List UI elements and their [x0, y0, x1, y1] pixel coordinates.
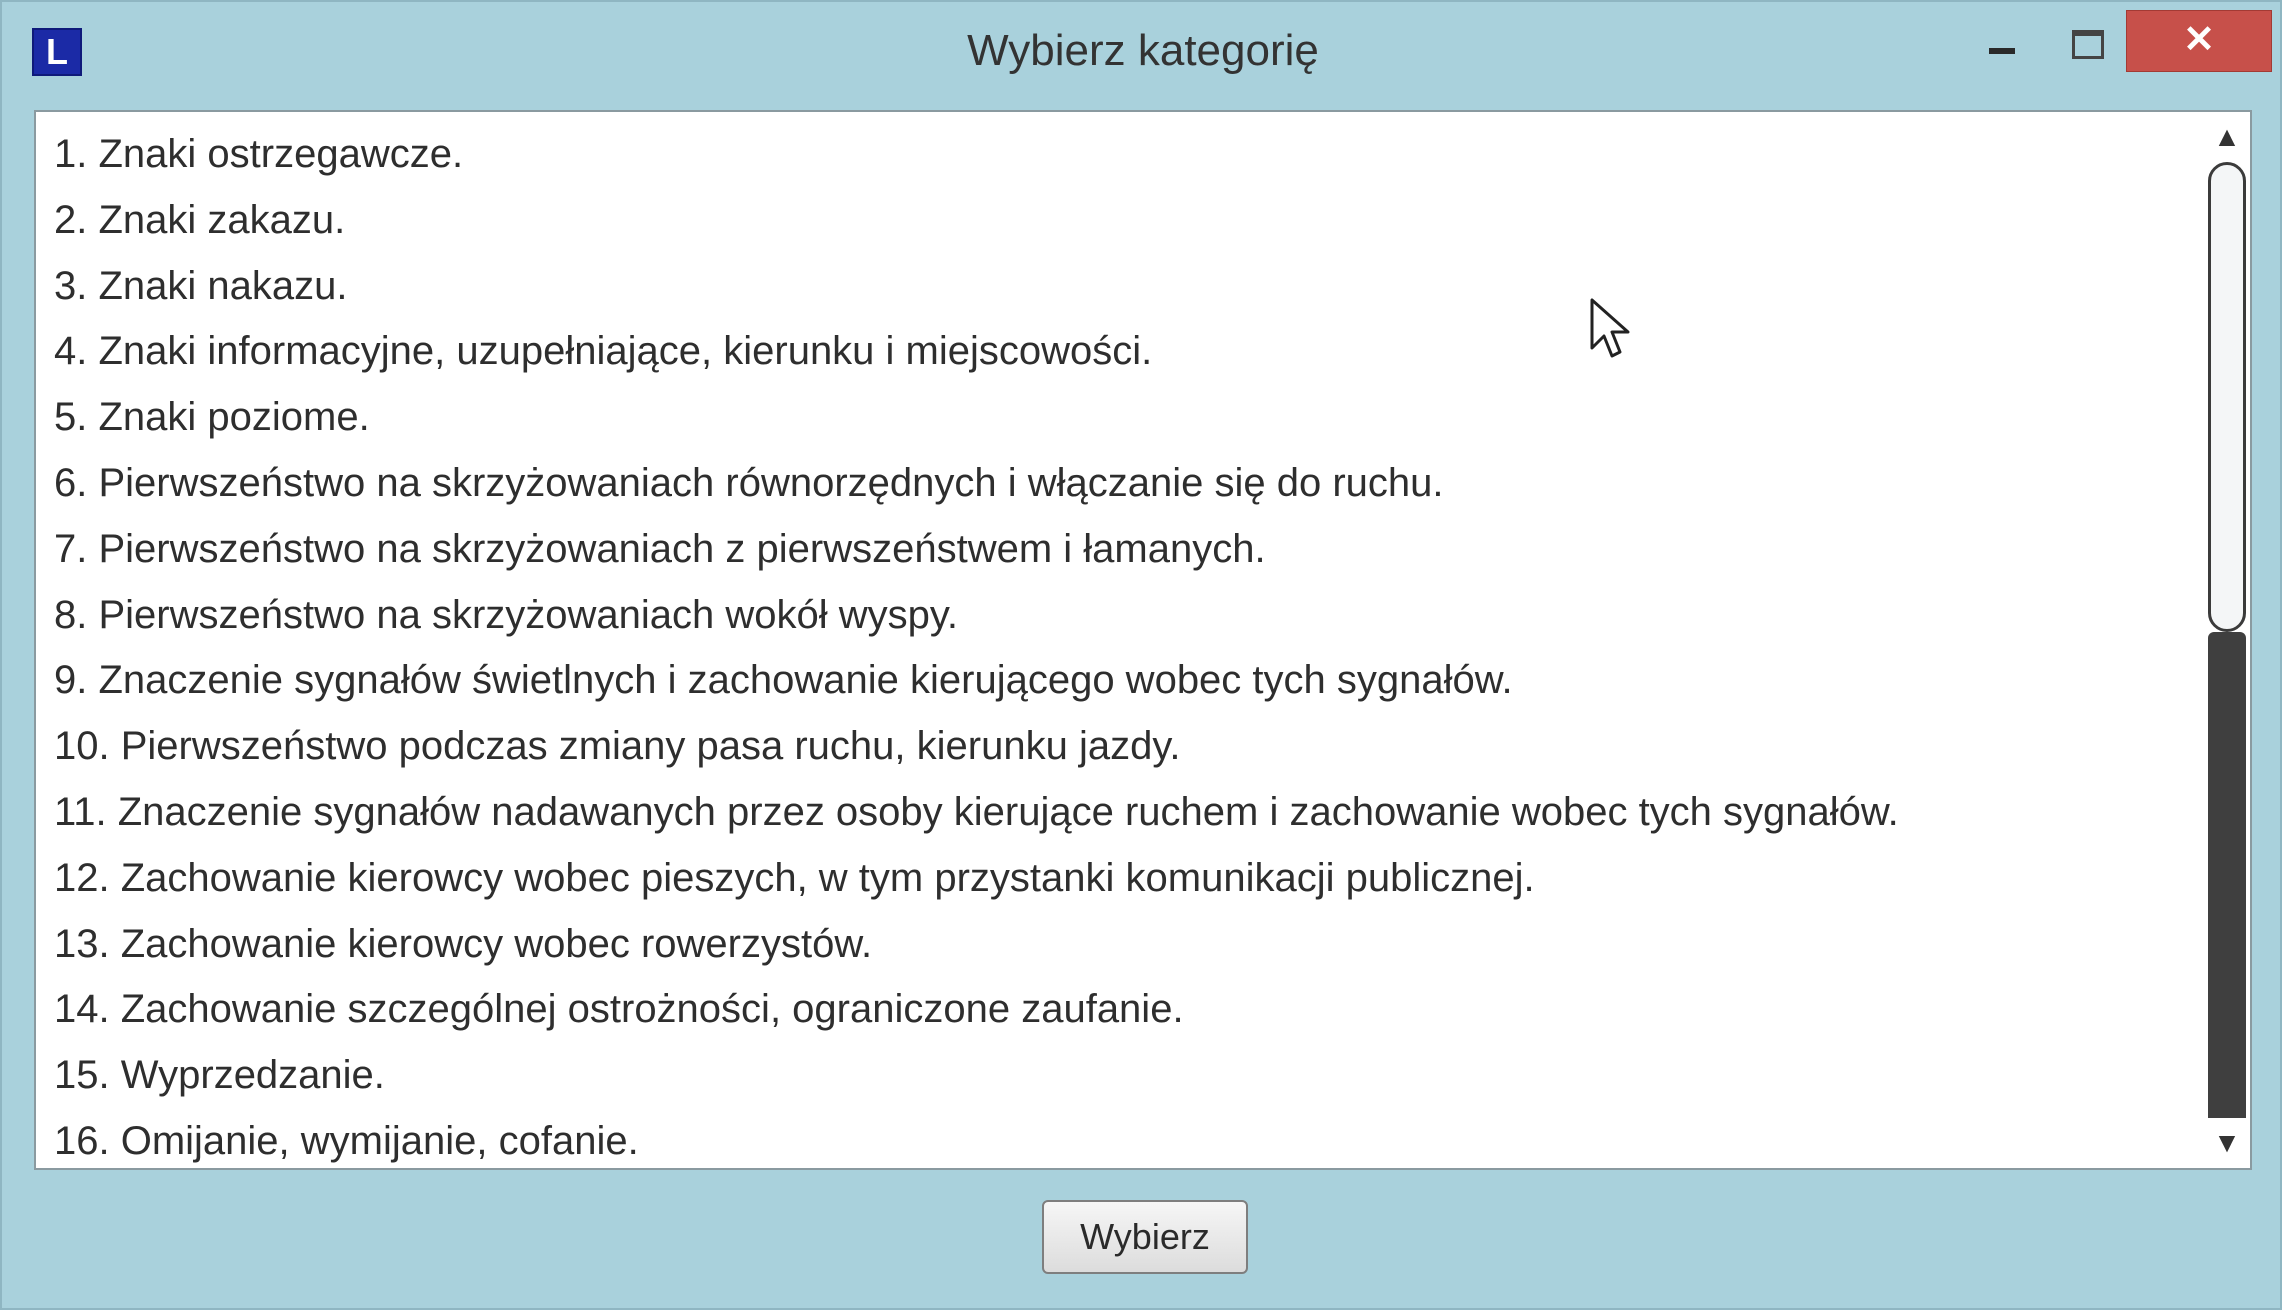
category-list-item[interactable]: 11. Znaczenie sygnałów nadawanych przez …: [36, 780, 2208, 846]
scroll-track[interactable]: [2208, 162, 2246, 1118]
scroll-track-lower[interactable]: [2208, 632, 2246, 1118]
scroll-thumb[interactable]: [2208, 162, 2246, 632]
category-list-item[interactable]: 4. Znaki informacyjne, uzupełniające, ki…: [36, 319, 2208, 385]
maximize-icon: [2072, 30, 2104, 59]
category-dialog-window: L Wybierz kategorię ✕ 1. Znaki ostrzegaw…: [0, 0, 2282, 1310]
minimize-button[interactable]: [1964, 16, 2040, 80]
category-list-item[interactable]: 15. Wyprzedzanie.: [36, 1043, 2208, 1109]
select-category-button[interactable]: Wybierz: [1042, 1200, 1248, 1274]
category-list-item[interactable]: 5. Znaki poziome.: [36, 385, 2208, 451]
category-list-item[interactable]: 1. Znaki ostrzegawcze.: [36, 122, 2208, 188]
category-list-box[interactable]: 1. Znaki ostrzegawcze. 2. Znaki zakazu. 3.…: [34, 110, 2252, 1170]
category-list-item[interactable]: 10. Pierwszeństwo podczas zmiany pasa ru…: [36, 714, 2208, 780]
scroll-up-arrow-icon[interactable]: ▲: [2204, 112, 2250, 162]
category-list-item[interactable]: 14. Zachowanie szczególnej ostrożności, …: [36, 977, 2208, 1043]
close-icon: ✕: [2183, 19, 2215, 61]
category-list-item[interactable]: 2. Znaki zakazu.: [36, 188, 2208, 254]
category-list-item[interactable]: 3. Znaki nakazu.: [36, 254, 2208, 320]
category-list-item[interactable]: 16. Omijanie, wymijanie, cofanie.: [36, 1109, 2208, 1168]
close-button[interactable]: ✕: [2126, 10, 2272, 72]
category-list-item[interactable]: 7. Pierwszeństwo na skrzyżowaniach z pie…: [36, 517, 2208, 583]
category-list-item[interactable]: 12. Zachowanie kierowcy wobec pieszych, …: [36, 846, 2208, 912]
title-bar[interactable]: L Wybierz kategorię ✕: [2, 2, 2280, 102]
category-list-item[interactable]: 6. Pierwszeństwo na skrzyżowaniach równo…: [36, 451, 2208, 517]
scroll-down-arrow-icon[interactable]: ▼: [2204, 1118, 2250, 1168]
maximize-button[interactable]: [2048, 16, 2124, 80]
window-title: Wybierz kategorię: [967, 26, 1319, 75]
minimize-icon: [1989, 48, 2015, 54]
category-list-item[interactable]: 13. Zachowanie kierowcy wobec rowerzystó…: [36, 912, 2208, 978]
category-list-item[interactable]: 8. Pierwszeństwo na skrzyżowaniach wokół…: [36, 583, 2208, 649]
vertical-scrollbar[interactable]: ▲ ▼: [2204, 112, 2250, 1168]
category-list-item[interactable]: 9. Znaczenie sygnałów świetlnych i zacho…: [36, 648, 2208, 714]
mouse-cursor-icon: [1590, 298, 1630, 358]
category-list: 1. Znaki ostrzegawcze. 2. Znaki zakazu. 3.…: [36, 112, 2208, 1168]
